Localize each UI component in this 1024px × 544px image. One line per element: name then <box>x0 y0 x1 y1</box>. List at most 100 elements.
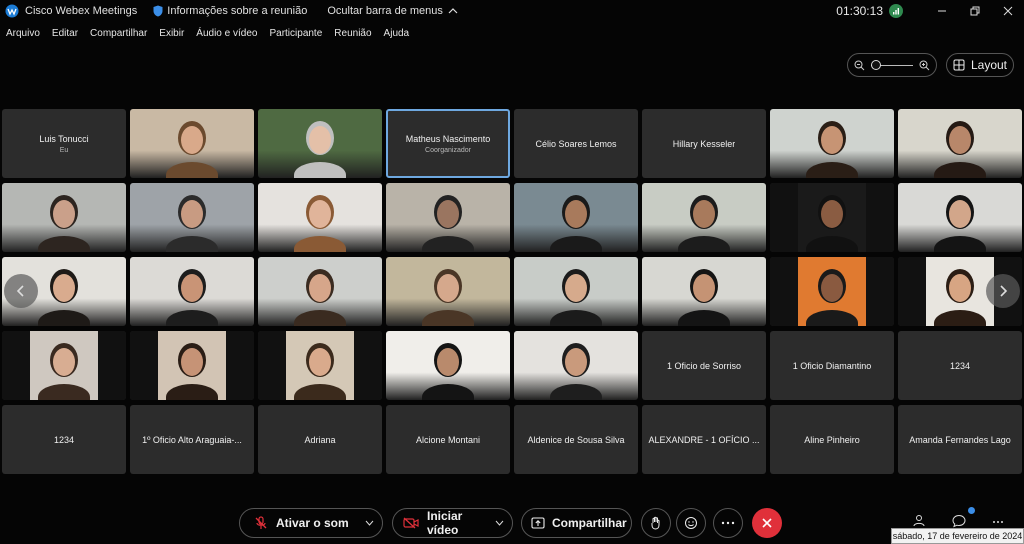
participant-tile[interactable]: Célio Soares Lemos <box>514 109 638 178</box>
participant-tile[interactable] <box>770 257 894 326</box>
reactions-button[interactable] <box>676 508 706 538</box>
more-options-button[interactable] <box>713 508 743 538</box>
participant-tile[interactable] <box>770 183 894 252</box>
participant-tile[interactable] <box>770 109 894 178</box>
zoom-track[interactable] <box>871 59 913 70</box>
participant-name: 1 Oficio de Sorriso <box>666 360 742 371</box>
participant-face <box>181 274 203 302</box>
participant-body <box>166 384 218 400</box>
close-icon <box>1003 6 1012 16</box>
participant-tile[interactable] <box>130 109 254 178</box>
meeting-info-button[interactable]: Informações sobre a reunião <box>153 5 307 17</box>
participant-tile[interactable]: Adriana <box>258 405 382 474</box>
minimize-button[interactable] <box>925 0 958 22</box>
menu-compartilhar[interactable]: Compartilhar <box>90 28 147 39</box>
chevron-left-icon <box>16 285 24 297</box>
participant-tile[interactable]: Aline Pinheiro <box>770 405 894 474</box>
participant-tile[interactable]: Matheus Nascimento Coorganizador <box>386 109 510 178</box>
layout-grid-icon <box>953 59 965 71</box>
raise-hand-button[interactable] <box>641 508 671 538</box>
participant-face <box>693 200 715 228</box>
participant-video <box>130 331 254 400</box>
meeting-info-label: Informações sobre a reunião <box>167 5 308 17</box>
participant-tile[interactable] <box>386 331 510 400</box>
participant-body <box>38 310 90 326</box>
participant-video <box>386 331 510 400</box>
unmute-label: Ativar o som <box>276 516 349 530</box>
participant-tile[interactable]: Hillary Kesseler <box>642 109 766 178</box>
participant-tile[interactable] <box>130 257 254 326</box>
previous-page-button[interactable] <box>4 274 38 308</box>
participant-tile[interactable] <box>642 257 766 326</box>
participant-video <box>770 183 894 252</box>
participant-tile[interactable] <box>2 183 126 252</box>
participant-face <box>565 274 587 302</box>
zoom-out-icon[interactable] <box>854 60 865 71</box>
participant-tile[interactable]: 1 Oficio de Sorriso <box>642 331 766 400</box>
participant-tile[interactable] <box>386 257 510 326</box>
hide-menu-button[interactable]: Ocultar barra de menus <box>327 5 458 17</box>
participant-tile[interactable] <box>642 183 766 252</box>
close-icon <box>762 518 772 528</box>
video-options-chevron-icon[interactable] <box>495 518 504 529</box>
participant-tile[interactable] <box>514 257 638 326</box>
zoom-slider[interactable] <box>847 53 937 77</box>
ellipsis-icon <box>993 521 1003 523</box>
network-status-icon[interactable] <box>889 4 903 18</box>
participant-video <box>258 257 382 326</box>
menu-participante[interactable]: Participante <box>269 28 322 39</box>
restore-button[interactable] <box>958 0 991 22</box>
audio-options-chevron-icon[interactable] <box>365 518 374 529</box>
participant-tile[interactable]: 1234 <box>898 331 1022 400</box>
participant-video <box>898 109 1022 178</box>
participant-tile[interactable] <box>130 331 254 400</box>
leave-meeting-button[interactable] <box>752 508 782 538</box>
participant-tile[interactable]: Aldenice de Sousa Silva <box>514 405 638 474</box>
participant-tile[interactable] <box>898 183 1022 252</box>
menu-audio-video[interactable]: Áudio e vídeo <box>196 28 257 39</box>
zoom-in-icon[interactable] <box>919 60 930 71</box>
participant-tile[interactable]: 1º Oficio Alto Araguaia-... <box>130 405 254 474</box>
participant-tile[interactable] <box>386 183 510 252</box>
participant-tile[interactable]: Luis Tonucci Eu <box>2 109 126 178</box>
participant-name: Aldenice de Sousa Silva <box>527 434 625 445</box>
zoom-handle[interactable] <box>871 59 881 70</box>
start-video-button[interactable]: Iniciar vídeo <box>392 508 513 538</box>
participant-body <box>550 310 602 326</box>
participant-tile[interactable]: 1234 <box>2 405 126 474</box>
participant-tile[interactable] <box>258 257 382 326</box>
start-video-label: Iniciar vídeo <box>427 509 463 537</box>
share-button[interactable]: Compartilhar <box>521 508 632 538</box>
participant-body <box>550 236 602 252</box>
participant-tile[interactable]: Alcione Montani <box>386 405 510 474</box>
participant-face <box>949 274 971 302</box>
participant-body <box>294 236 346 252</box>
close-button[interactable] <box>991 0 1024 22</box>
participant-body <box>806 310 858 326</box>
layout-button[interactable]: Layout <box>946 53 1014 77</box>
participant-body <box>38 384 90 400</box>
participant-tile[interactable] <box>514 331 638 400</box>
unmute-button[interactable]: Ativar o som <box>239 508 383 538</box>
participant-tile[interactable] <box>2 331 126 400</box>
participant-tile[interactable]: Amanda Fernandes Lago <box>898 405 1022 474</box>
next-page-button[interactable] <box>986 274 1020 308</box>
participant-tile[interactable] <box>258 331 382 400</box>
more-panels-button[interactable] <box>992 512 1004 527</box>
participant-tile[interactable] <box>258 109 382 178</box>
participant-tile[interactable]: 1 Oficio Diamantino <box>770 331 894 400</box>
participant-tile[interactable]: ALEXANDRE - 1 OFÍCIO ... <box>642 405 766 474</box>
menu-reuniao[interactable]: Reunião <box>334 28 371 39</box>
participant-tile[interactable] <box>258 183 382 252</box>
participant-name: Matheus Nascimento <box>405 133 491 144</box>
menu-arquivo[interactable]: Arquivo <box>6 28 40 39</box>
menu-exibir[interactable]: Exibir <box>159 28 184 39</box>
participant-tile[interactable] <box>514 183 638 252</box>
participant-tile[interactable] <box>898 109 1022 178</box>
menu-editar[interactable]: Editar <box>52 28 78 39</box>
participant-tile[interactable] <box>130 183 254 252</box>
participant-name: Adriana <box>304 434 336 445</box>
menu-ajuda[interactable]: Ajuda <box>384 28 410 39</box>
participant-video <box>130 183 254 252</box>
participant-body <box>806 162 858 178</box>
